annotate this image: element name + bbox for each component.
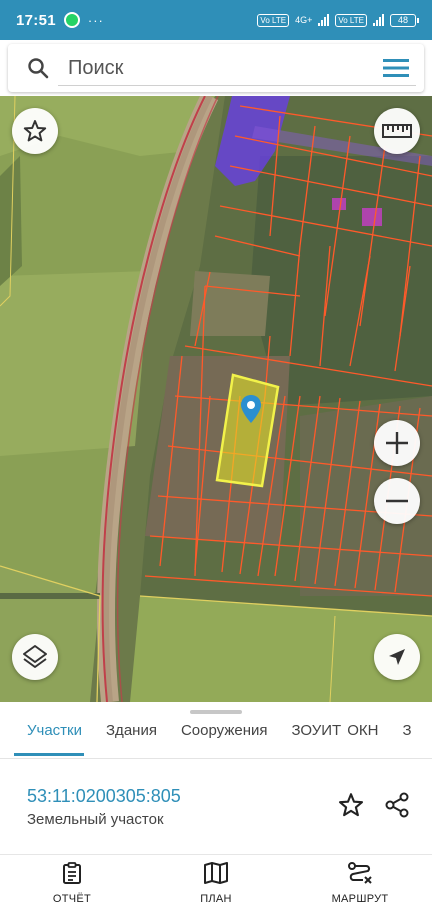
tab-zouit[interactable]: ЗОУИТ [279, 716, 345, 756]
star-icon [22, 118, 48, 144]
tab-label: ОКН [347, 722, 379, 739]
nav-label: ПЛАН [200, 893, 232, 905]
network-type: 4G+ [295, 14, 313, 25]
map-icon [203, 861, 229, 890]
map-canvas [0, 96, 432, 702]
my-location-button[interactable] [374, 634, 420, 680]
zoom-in-button[interactable] [374, 420, 420, 466]
tab-buildings[interactable]: Здания [94, 716, 169, 756]
navigation-icon [386, 646, 408, 668]
volte-badge-2: Vo LTE [335, 13, 367, 27]
sheet-drag-handle[interactable] [190, 710, 242, 714]
cadastral-map[interactable] [0, 96, 432, 702]
layers-icon [21, 643, 49, 671]
route-icon [347, 861, 373, 890]
zoom-out-button[interactable] [374, 478, 420, 524]
cadastral-number[interactable]: 53:11:0200305:805 [27, 786, 181, 807]
ruler-button[interactable] [374, 108, 420, 154]
battery-icon: 48 [390, 13, 419, 27]
tab-label: Здания [106, 722, 157, 739]
more-notifications-icon: ··· [87, 12, 104, 28]
tab-label: ЗОУИТ [291, 722, 342, 739]
volte-badge-1: Vo LTE [257, 13, 290, 27]
tabs-divider [0, 758, 432, 759]
bottom-sheet: Участки Здания Сооружения ЗОУИТ ОКН З 53… [0, 702, 432, 854]
status-bar: 17:51 ··· Vo LTE 4G+ Vo LTE 48 [0, 0, 432, 40]
nav-route[interactable]: МАРШРУТ [288, 855, 432, 910]
nav-report[interactable]: ОТЧЁТ [0, 855, 144, 910]
tab-more[interactable]: З [390, 716, 423, 756]
star-icon [337, 791, 365, 824]
tab-label: З [402, 722, 412, 739]
parcel-type: Земельный участок [27, 811, 164, 828]
favorite-button[interactable] [334, 790, 368, 824]
layers-button[interactable] [12, 634, 58, 680]
clock: 17:51 [16, 11, 56, 29]
whatsapp-icon [63, 12, 80, 28]
tab-okn[interactable]: ОКН [345, 716, 390, 756]
report-icon [60, 861, 84, 890]
signal-icon-1 [318, 14, 330, 26]
share-button[interactable] [380, 790, 414, 824]
tab-label: Участки [27, 722, 82, 739]
object-type-tabs: Участки Здания Сооружения ЗОУИТ ОКН З [0, 716, 432, 758]
bottom-navigation: ОТЧЁТ ПЛАН МАРШРУТ [0, 854, 432, 910]
ruler-icon [382, 122, 412, 140]
tab-label: Сооружения [180, 722, 268, 739]
search-divider [58, 85, 416, 86]
tab-parcels[interactable]: Участки [0, 716, 94, 756]
zoom-out-icon [384, 488, 410, 514]
favorite-map-button[interactable] [12, 108, 58, 154]
tab-structures[interactable]: Сооружения [169, 716, 280, 756]
nav-plan[interactable]: ПЛАН [144, 855, 288, 910]
parcel-marker-icon[interactable] [240, 394, 262, 424]
nav-label: ОТЧЁТ [52, 893, 92, 905]
nav-label: МАРШРУТ [331, 893, 389, 905]
signal-icon-2 [373, 14, 384, 26]
search-bar [8, 44, 424, 92]
zoom-in-icon [384, 430, 410, 456]
share-icon [383, 791, 411, 824]
